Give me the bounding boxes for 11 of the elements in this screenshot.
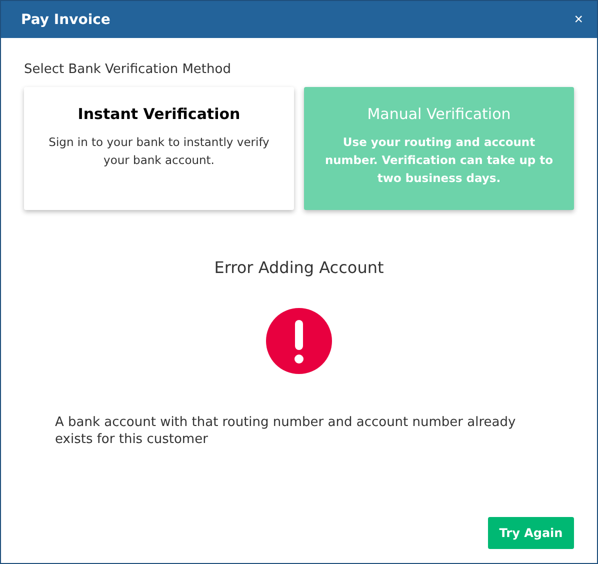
verification-option-card[interactable]: Instant Verification Sign in to your bank to instantly verify your bank account.: [24, 87, 294, 210]
error-message: A bank account with that routing number and account number already exists for this customer: [55, 414, 517, 448]
section-label: Select Bank Verification Method: [24, 62, 232, 77]
window-title: Pay Invoice: [21, 12, 110, 28]
close-button[interactable]: ×: [572, 11, 585, 28]
option-description: Use your routing and account number. Verification can take up to two business days.: [324, 134, 554, 187]
error-title: Error Adding Account: [214, 258, 384, 277]
option-description: Sign in to your bank to instantly verify your bank account.: [48, 134, 270, 169]
option-title: Manual Verification: [367, 105, 511, 123]
option-title: Instant Verification: [78, 105, 240, 123]
error-icon: [266, 308, 332, 374]
